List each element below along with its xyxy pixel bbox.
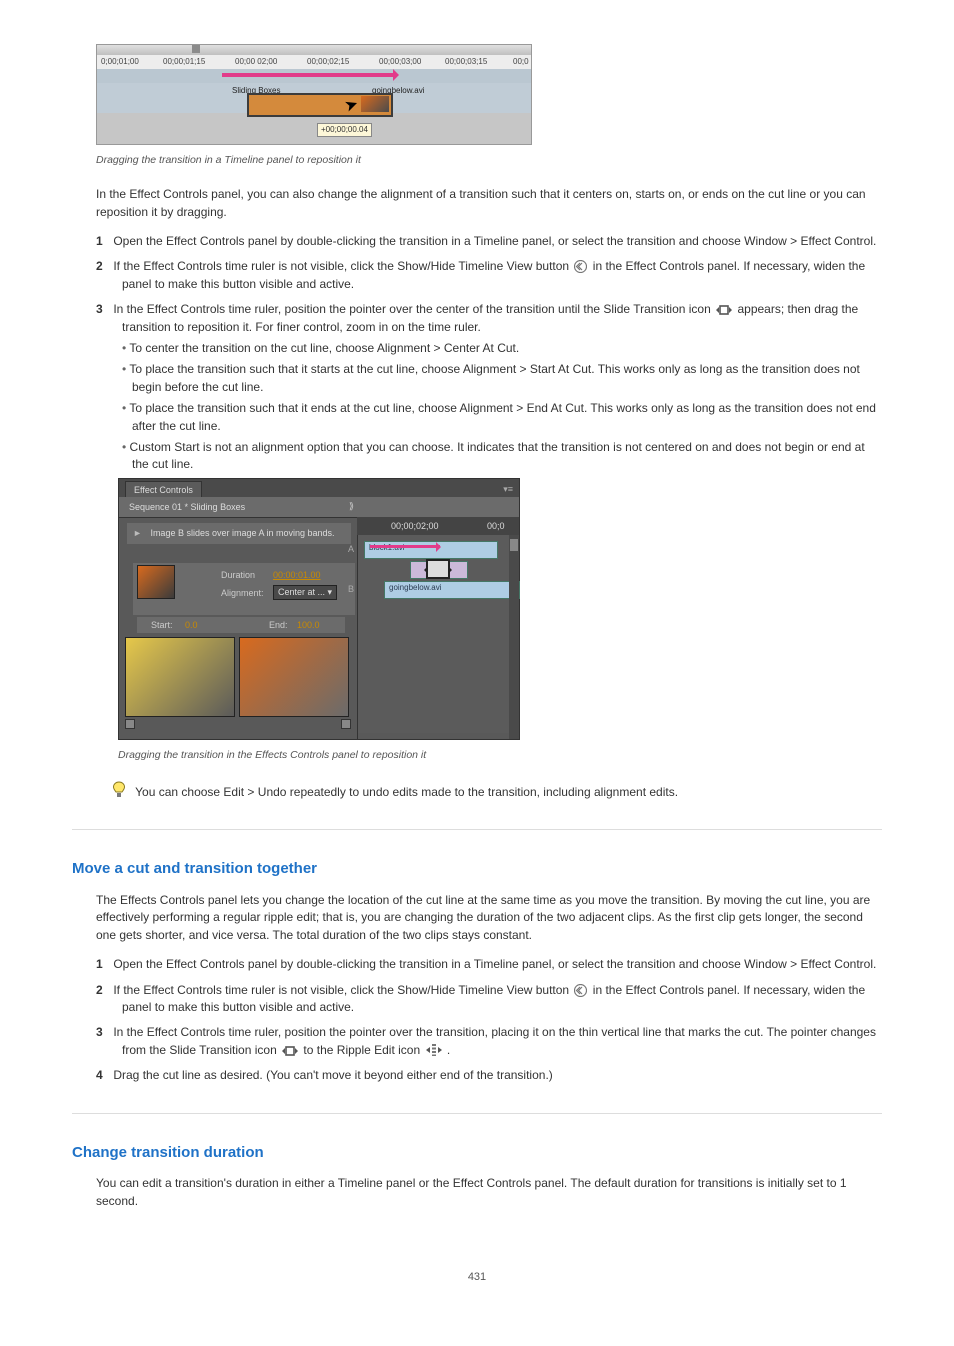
s2-step-3-text-a: In the Effect Controls time ruler, posit… bbox=[113, 1025, 876, 1056]
s2-step-4-text: Drag the cut line as desired. (You can't… bbox=[113, 1068, 552, 1082]
step-2-text-a: If the Effect Controls time ruler is not… bbox=[113, 259, 572, 273]
slide-transition-icon bbox=[426, 559, 450, 579]
bullet-2: To place the transition such that it sta… bbox=[132, 361, 882, 396]
track-label-a: A bbox=[348, 543, 354, 556]
s2-step-2-text-a: If the Effect Controls time ruler is not… bbox=[113, 983, 572, 997]
slider-knob bbox=[125, 719, 135, 729]
s2-step-3-text-c: . bbox=[447, 1043, 450, 1057]
step-number: 3 bbox=[96, 301, 110, 318]
start-value: 0.0 bbox=[185, 619, 198, 632]
alignment-label: Alignment: bbox=[221, 587, 264, 600]
timecode: 00;00;02;00 bbox=[391, 520, 439, 533]
timeline-screenshot: 0;00;01;00 00;00;01;15 00;00 02;00 00;00… bbox=[96, 44, 882, 145]
chevron-circle-icon bbox=[574, 984, 587, 997]
step-3-text-a: In the Effect Controls time ruler, posit… bbox=[113, 302, 714, 316]
start-label: Start: bbox=[151, 619, 173, 632]
drag-tooltip: +00;00;00.04 bbox=[317, 123, 372, 137]
alignment-dropdown: Center at ... ▾ bbox=[273, 585, 337, 600]
effect-controls-screenshot: Effect Controls ▾≡ Sequence 01 * Sliding… bbox=[118, 478, 882, 740]
tip-lightbulb-icon bbox=[112, 781, 126, 799]
section3-paragraph: You can edit a transition's duration in … bbox=[96, 1175, 882, 1210]
step-number: 1 bbox=[96, 956, 110, 973]
s2-step-1-text: Open the Effect Controls panel by double… bbox=[113, 957, 876, 971]
step-1-text: Open the Effect Controls panel by double… bbox=[113, 234, 876, 248]
preview-b bbox=[239, 637, 349, 717]
end-label: End: bbox=[269, 619, 288, 632]
section-divider bbox=[72, 1113, 882, 1114]
tip-text: You can choose Edit > Undo repeatedly to… bbox=[135, 785, 678, 799]
scrollbar bbox=[509, 535, 519, 739]
transition-thumbnail bbox=[137, 565, 175, 599]
bullet-4: Custom Start is not an alignment option … bbox=[132, 439, 882, 474]
slider-knob bbox=[341, 719, 351, 729]
section-divider bbox=[72, 829, 882, 830]
bullet-3: To place the transition such that it end… bbox=[132, 400, 882, 435]
transition-clip bbox=[247, 93, 393, 117]
s2-step-3-text-b: to the Ripple Edit icon bbox=[303, 1043, 423, 1057]
timecode: 00;0 bbox=[487, 520, 505, 533]
drag-arrow bbox=[370, 545, 440, 548]
preview-a bbox=[125, 637, 235, 717]
expand-icon: ⟫ bbox=[349, 500, 354, 513]
duration-label: Duration bbox=[221, 569, 255, 582]
step-number: 2 bbox=[96, 258, 110, 275]
section2-paragraph: The Effects Controls panel lets you chan… bbox=[96, 892, 882, 944]
slide-transition-icon bbox=[716, 304, 732, 316]
caption-effect-controls: Dragging the transition in the Effects C… bbox=[118, 748, 882, 763]
timeline-ruler: 0;00;01;00 00;00;01;15 00;00 02;00 00;00… bbox=[97, 55, 531, 70]
transition-description: ► Image B slides over image A in moving … bbox=[127, 523, 351, 544]
ripple-edit-icon bbox=[426, 1043, 442, 1057]
panel-menu-icon: ▾≡ bbox=[503, 483, 513, 496]
duration-value: 00:00:01.00 bbox=[273, 569, 321, 582]
bullet-1: To center the transition on the cut line… bbox=[132, 340, 882, 357]
step-number: 1 bbox=[96, 233, 110, 250]
triangle-icon: ► bbox=[133, 528, 142, 538]
clip-bar-a: block1.avi bbox=[364, 541, 498, 559]
clip-bar-b: goingbelow.avi bbox=[384, 581, 520, 599]
step-number: 2 bbox=[96, 982, 110, 999]
section-change-duration-link[interactable]: Change transition duration bbox=[72, 1144, 264, 1161]
drag-arrow bbox=[222, 73, 397, 77]
sequence-path: Sequence 01 * Sliding Boxes bbox=[129, 501, 245, 514]
slide-transition-icon bbox=[282, 1045, 298, 1057]
page-number: 431 bbox=[72, 1270, 882, 1286]
end-value: 100.0 bbox=[297, 619, 320, 632]
paragraph-effect-controls: In the Effect Controls panel, you can al… bbox=[96, 186, 882, 221]
track-label-b: B bbox=[348, 583, 354, 596]
section-move-cut-link[interactable]: Move a cut and transition together bbox=[72, 860, 317, 877]
step-number: 3 bbox=[96, 1024, 110, 1041]
chevron-circle-icon bbox=[574, 260, 587, 273]
caption-timeline: Dragging the transition in a Timeline pa… bbox=[96, 153, 882, 168]
step-number: 4 bbox=[96, 1067, 110, 1084]
